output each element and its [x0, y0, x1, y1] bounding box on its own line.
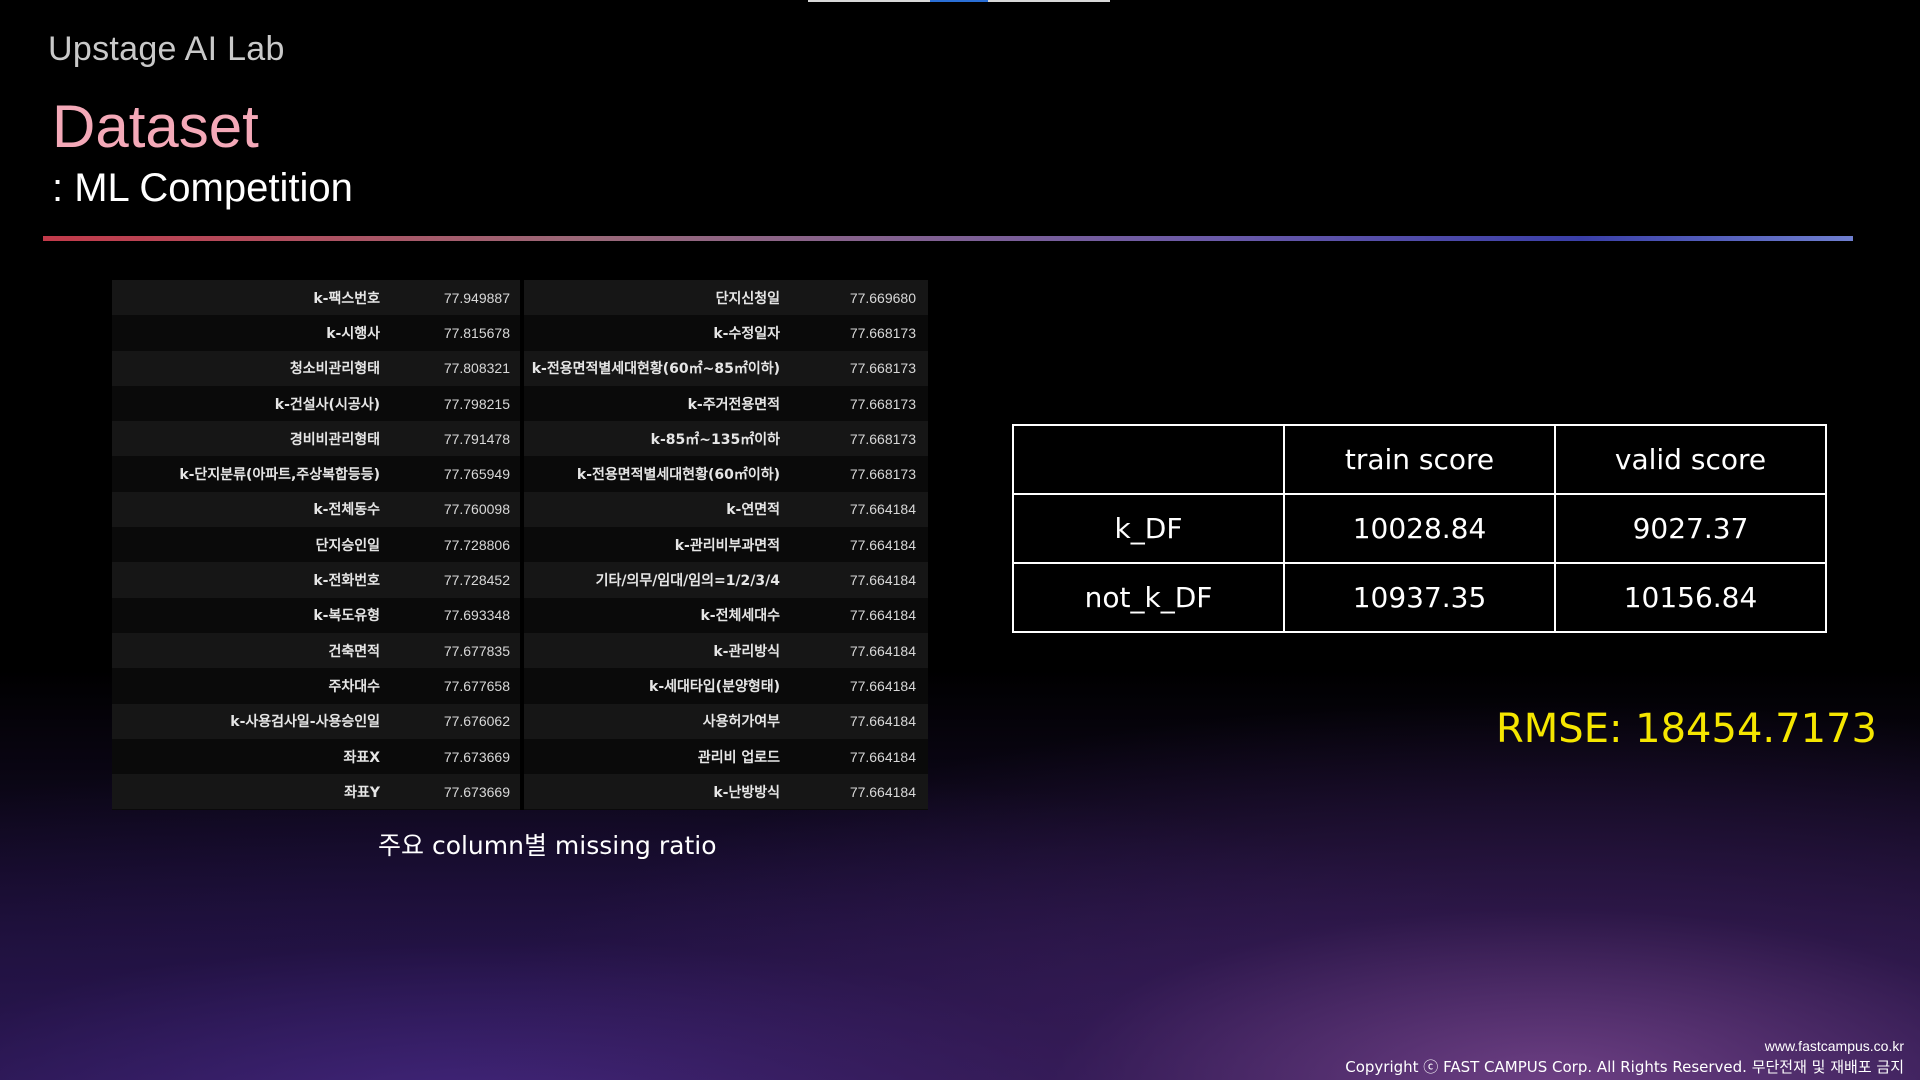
column-name: k-수정일자 [713, 325, 780, 342]
missing-ratio-value: 77.668173 [849, 466, 916, 483]
missing-ratio-value: 77.676062 [443, 713, 510, 730]
column-name: k-난방방식 [713, 784, 780, 801]
score-header-empty [1012, 424, 1285, 495]
missing-ratio-value: 77.664184 [849, 607, 916, 624]
column-name: k-전화번호 [313, 573, 380, 590]
missing-ratio-value: 77.664184 [849, 642, 916, 659]
missing-ratio-value: 77.677835 [443, 642, 510, 659]
score-valid-value: 10156.84 [1554, 562, 1827, 633]
column-name: 경비비관리형태 [289, 431, 380, 448]
column-name: k-단지분류(아파트,주상복합등등) [179, 467, 380, 484]
score-table-header-row: train score valid score [1012, 424, 1827, 495]
column-name: k-전체동수 [313, 502, 380, 519]
column-name: 관리비 업로드 [697, 749, 780, 766]
column-name: k-전용면적별세대현황(60㎡이하) [576, 467, 780, 484]
missing-ratio-caption: 주요 column별 missing ratio [378, 831, 717, 860]
score-row-label: not_k_DF [1012, 562, 1285, 633]
column-name: k-관리방식 [713, 643, 780, 660]
score-table: train score valid score k_DF 10028.84 90… [1012, 424, 1827, 633]
footer-copyright: Copyright ⓒ FAST CAMPUS Corp. All Rights… [1345, 1058, 1904, 1076]
missing-ratio-value: 77.765949 [443, 466, 510, 483]
missing-ratio-table: 좌표Y 77.673669 k-난방방식 77.664184 좌표X 77.673669 관… [112, 280, 928, 810]
missing-ratio-value: 77.949887 [443, 289, 510, 306]
column-name: k-전용면적별세대현황(60㎡~85㎡이하) [531, 361, 780, 378]
column-name: k-사용검사일-사용승인일 [230, 714, 380, 731]
column-name: k-시행사 [326, 325, 380, 342]
slide-top-marker [808, 0, 1110, 2]
column-name: 청소비관리형태 [289, 361, 380, 378]
missing-ratio-value: 77.791478 [443, 430, 510, 447]
column-name: k-85㎡~135㎡이하 [650, 431, 780, 448]
missing-ratio-value: 77.693348 [443, 607, 510, 624]
column-name: 사용허가여부 [702, 714, 780, 731]
missing-ratio-value: 77.815678 [443, 324, 510, 341]
missing-ratio-value: 77.798215 [443, 395, 510, 412]
missing-ratio-value: 77.664184 [849, 501, 916, 518]
missing-ratio-value: 77.728806 [443, 536, 510, 553]
column-name: k-팩스번호 [313, 290, 380, 307]
missing-ratio-value: 77.668173 [849, 395, 916, 412]
missing-ratio-value: 77.664184 [849, 572, 916, 589]
score-row-label: k_DF [1012, 493, 1285, 564]
score-train-value: 10937.35 [1283, 562, 1556, 633]
column-name: k-연면적 [726, 502, 780, 519]
slide-title: Dataset [52, 93, 259, 160]
column-name: 단지신청일 [715, 290, 780, 307]
column-name: k-전체세대수 [700, 608, 780, 625]
missing-ratio-value: 77.668173 [849, 324, 916, 341]
column-name: 좌표X [343, 749, 380, 766]
missing-ratio-value: 77.673669 [443, 783, 510, 800]
score-header-valid: valid score [1554, 424, 1827, 495]
missing-ratio-value: 77.669680 [849, 289, 916, 306]
missing-ratio-value: 77.664184 [849, 677, 916, 694]
column-name: 건축면적 [328, 643, 380, 660]
missing-ratio-value: 77.808321 [443, 360, 510, 377]
column-name: k-복도유형 [313, 608, 380, 625]
column-name: 단지승인일 [315, 537, 380, 554]
column-name: k-관리비부과면적 [674, 537, 780, 554]
column-name: 기타/의무/임대/임의=1/2/3/4 [595, 573, 780, 590]
score-row-k-df: k_DF 10028.84 9027.37 [1012, 493, 1827, 564]
column-name: k-세대타입(분양형태) [649, 678, 780, 695]
missing-ratio-value: 77.664184 [849, 536, 916, 553]
column-name: k-건설사(시공사) [274, 396, 380, 413]
score-row-not-k-df: not_k_DF 10937.35 10156.84 [1012, 562, 1827, 633]
score-train-value: 10028.84 [1283, 493, 1556, 564]
slide-top-marker-accent [930, 0, 988, 2]
missing-ratio-value: 77.760098 [443, 501, 510, 518]
slide-subtitle: : ML Competition [52, 166, 353, 210]
column-name: k-주거전용면적 [687, 396, 780, 413]
missing-ratio-value: 77.664184 [849, 748, 916, 765]
missing-ratio-value: 77.668173 [849, 430, 916, 447]
missing-ratio-value: 77.664184 [849, 783, 916, 800]
title-divider [43, 236, 1853, 241]
column-name: 좌표Y [344, 784, 380, 801]
missing-ratio-value: 77.668173 [849, 360, 916, 377]
rmse-label: RMSE: 18454.7173 [1496, 706, 1877, 752]
footer-url: www.fastcampus.co.kr [1764, 1038, 1904, 1054]
missing-ratio-value: 77.677658 [443, 677, 510, 694]
missing-ratio-value: 77.664184 [849, 713, 916, 730]
brand-label: Upstage AI Lab [48, 30, 285, 68]
missing-ratio-value: 77.728452 [443, 572, 510, 589]
table-column-separator [520, 280, 524, 810]
score-header-train: train score [1283, 424, 1556, 495]
score-valid-value: 9027.37 [1554, 493, 1827, 564]
missing-ratio-value: 77.673669 [443, 748, 510, 765]
column-name: 주차대수 [328, 678, 380, 695]
